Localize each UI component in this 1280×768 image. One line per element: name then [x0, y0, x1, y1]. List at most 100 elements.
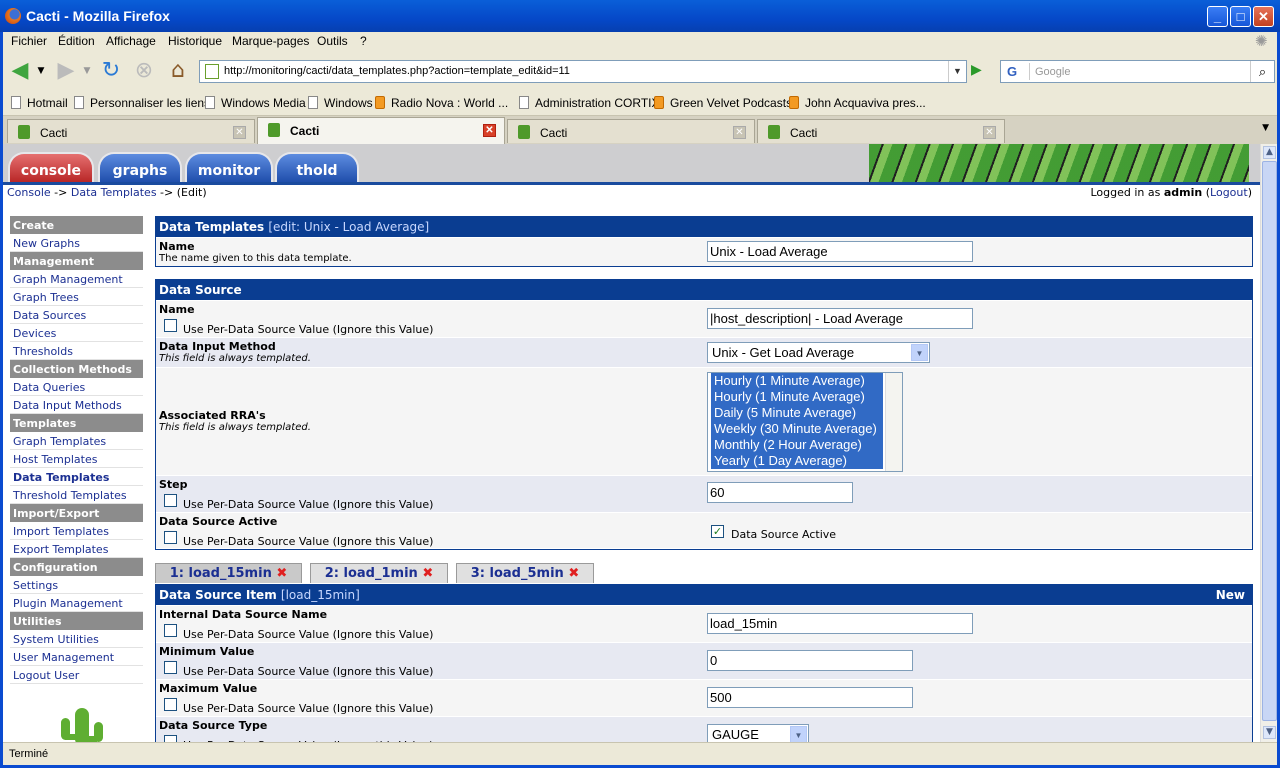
delete-icon[interactable]: ✖ — [276, 566, 287, 581]
search-box[interactable]: G Google ⌕ — [1000, 60, 1275, 83]
bookmark-radio-nova[interactable]: Radio Nova : World ... — [375, 96, 508, 110]
browser-tab[interactable]: Cacti ✕ — [7, 119, 255, 143]
sidebar-item-data-input-methods[interactable]: Data Input Methods — [10, 396, 143, 414]
tab-thold[interactable]: thold — [275, 152, 359, 184]
scrollbar-thumb[interactable] — [1262, 161, 1277, 721]
menu-outils[interactable]: Outils — [317, 34, 348, 48]
breadcrumb-console[interactable]: Console — [7, 186, 51, 199]
stop-icon[interactable]: ⊗ — [131, 58, 157, 84]
browser-tab-active[interactable]: Cacti ✕ — [257, 117, 505, 144]
back-icon[interactable]: ◀ — [7, 58, 33, 84]
sidebar-item-logout-user[interactable]: Logout User — [10, 666, 143, 684]
menu-edition[interactable]: Édition — [58, 34, 95, 48]
bookmark-john-acquaviva[interactable]: John Acquaviva pres... — [789, 96, 926, 110]
tab-item-load-5min[interactable]: 3: load_5min ✖ — [456, 563, 594, 583]
tab-item-load-15min[interactable]: 1: load_15min ✖ — [155, 563, 302, 583]
sidebar-item-plugin-management[interactable]: Plugin Management — [10, 594, 143, 612]
forward-dropdown-icon[interactable]: ▼ — [81, 58, 93, 84]
bookmark-green-velvet[interactable]: Green Velvet Podcasts — [654, 96, 792, 110]
ds-input-method-select[interactable]: Unix - Get Load Average ▼ — [707, 342, 930, 363]
sidebar-item-graph-management[interactable]: Graph Management — [10, 270, 143, 288]
sidebar-item-data-queries[interactable]: Data Queries — [10, 378, 143, 396]
search-icon[interactable]: ⌕ — [1250, 61, 1274, 82]
tab-graphs[interactable]: graphs — [98, 152, 182, 184]
rra-option[interactable]: Yearly (1 Day Average) — [711, 453, 883, 469]
logout-link[interactable]: Logout — [1210, 186, 1248, 199]
new-item-link[interactable]: New — [1216, 588, 1245, 602]
breadcrumb-data-templates[interactable]: Data Templates — [71, 186, 157, 199]
menu-historique[interactable]: Historique — [168, 34, 222, 48]
back-dropdown-icon[interactable]: ▼ — [35, 58, 47, 84]
rra-option[interactable]: Monthly (2 Hour Average) — [711, 437, 883, 453]
chevron-down-icon[interactable]: ▼ — [911, 344, 928, 361]
sidebar-item-threshold-templates[interactable]: Threshold Templates — [10, 486, 143, 504]
ds-rra-listbox[interactable]: Hourly (1 Minute Average) Hourly (1 Minu… — [707, 372, 903, 472]
sidebar-item-devices[interactable]: Devices — [10, 324, 143, 342]
sidebar-item-host-templates[interactable]: Host Templates — [10, 450, 143, 468]
close-tab-icon[interactable]: ✕ — [733, 126, 746, 139]
bookmark-hotmail[interactable]: Hotmail — [11, 96, 68, 110]
item-minimum-per-ds-checkbox[interactable] — [164, 661, 177, 674]
reload-icon[interactable]: ↻ — [98, 58, 124, 84]
menu-help[interactable]: ? — [360, 34, 367, 48]
sidebar-item-new-graphs[interactable]: New Graphs — [10, 234, 143, 252]
sidebar-item-data-templates[interactable]: Data Templates — [10, 468, 143, 486]
address-bar[interactable]: http://monitoring/cacti/data_templates.p… — [199, 60, 967, 83]
template-name-input[interactable]: Unix - Load Average — [707, 241, 973, 262]
url-dropdown-icon[interactable]: ▼ — [948, 61, 966, 82]
bookmark-administration-cortix[interactable]: Administration CORTIX — [519, 96, 659, 110]
item-type-select[interactable]: GAUGE ▼ — [707, 724, 809, 742]
scroll-down-icon[interactable]: ▼ — [1263, 726, 1276, 739]
ds-active-per-ds-checkbox[interactable] — [164, 531, 177, 544]
ds-step-input[interactable]: 60 — [707, 482, 853, 503]
tab-list-icon[interactable]: ▼ — [1262, 123, 1269, 133]
ds-step-per-ds-checkbox[interactable] — [164, 494, 177, 507]
item-minimum-input[interactable]: 0 — [707, 650, 913, 671]
maximize-button[interactable]: □ — [1230, 6, 1251, 27]
rra-option[interactable]: Daily (5 Minute Average) — [711, 405, 883, 421]
sidebar-item-system-utilities[interactable]: System Utilities — [10, 630, 143, 648]
sidebar-item-graph-trees[interactable]: Graph Trees — [10, 288, 143, 306]
close-tab-icon[interactable]: ✕ — [233, 126, 246, 139]
page-scrollbar[interactable]: ▲ ▼ — [1260, 144, 1277, 742]
rra-option[interactable]: Weekly (30 Minute Average) — [711, 421, 883, 437]
sidebar-item-graph-templates[interactable]: Graph Templates — [10, 432, 143, 450]
go-icon[interactable]: ▶ — [971, 62, 989, 82]
rra-listbox-scrollbar[interactable] — [885, 373, 902, 471]
bookmark-personnaliser[interactable]: Personnaliser les liens — [74, 96, 210, 110]
close-tab-icon[interactable]: ✕ — [483, 124, 496, 137]
menu-affichage[interactable]: Affichage — [106, 34, 156, 48]
rra-option[interactable]: Hourly (1 Minute Average) — [711, 389, 883, 405]
ds-name-input[interactable]: |host_description| - Load Average — [707, 308, 973, 329]
sidebar-item-data-sources[interactable]: Data Sources — [10, 306, 143, 324]
chevron-down-icon[interactable]: ▼ — [790, 726, 807, 742]
tab-item-load-1min[interactable]: 2: load_1min ✖ — [310, 563, 448, 583]
browser-tab[interactable]: Cacti ✕ — [507, 119, 755, 143]
forward-icon[interactable]: ▶ — [53, 58, 79, 84]
item-internal-per-ds-checkbox[interactable] — [164, 624, 177, 637]
ds-name-per-ds-checkbox[interactable] — [164, 319, 177, 332]
sidebar-item-import-templates[interactable]: Import Templates — [10, 522, 143, 540]
tab-console[interactable]: console — [8, 152, 94, 184]
menu-fichier[interactable]: Fichier — [11, 34, 47, 48]
browser-tab[interactable]: Cacti ✕ — [757, 119, 1005, 143]
item-type-per-ds-checkbox[interactable] — [164, 735, 177, 742]
ds-active-checkbox[interactable]: ✓ — [711, 525, 724, 538]
menu-marque-pages[interactable]: Marque-pages — [232, 34, 309, 48]
delete-icon[interactable]: ✖ — [422, 566, 433, 581]
item-maximum-per-ds-checkbox[interactable] — [164, 698, 177, 711]
sidebar-item-export-templates[interactable]: Export Templates — [10, 540, 143, 558]
scroll-up-icon[interactable]: ▲ — [1263, 146, 1276, 159]
sidebar-item-user-management[interactable]: User Management — [10, 648, 143, 666]
tab-monitor[interactable]: monitor — [185, 152, 273, 184]
home-icon[interactable]: ⌂ — [165, 58, 191, 84]
sidebar-item-settings[interactable]: Settings — [10, 576, 143, 594]
minimize-button[interactable]: _ — [1207, 6, 1228, 27]
search-engine-icon[interactable]: G — [1004, 63, 1030, 80]
sidebar-item-thresholds[interactable]: Thresholds — [10, 342, 143, 360]
item-maximum-input[interactable]: 500 — [707, 687, 913, 708]
item-internal-name-input[interactable]: load_15min — [707, 613, 973, 634]
close-window-button[interactable]: ✕ — [1253, 6, 1274, 27]
delete-icon[interactable]: ✖ — [568, 566, 579, 581]
rra-option[interactable]: Hourly (1 Minute Average) — [711, 373, 883, 389]
